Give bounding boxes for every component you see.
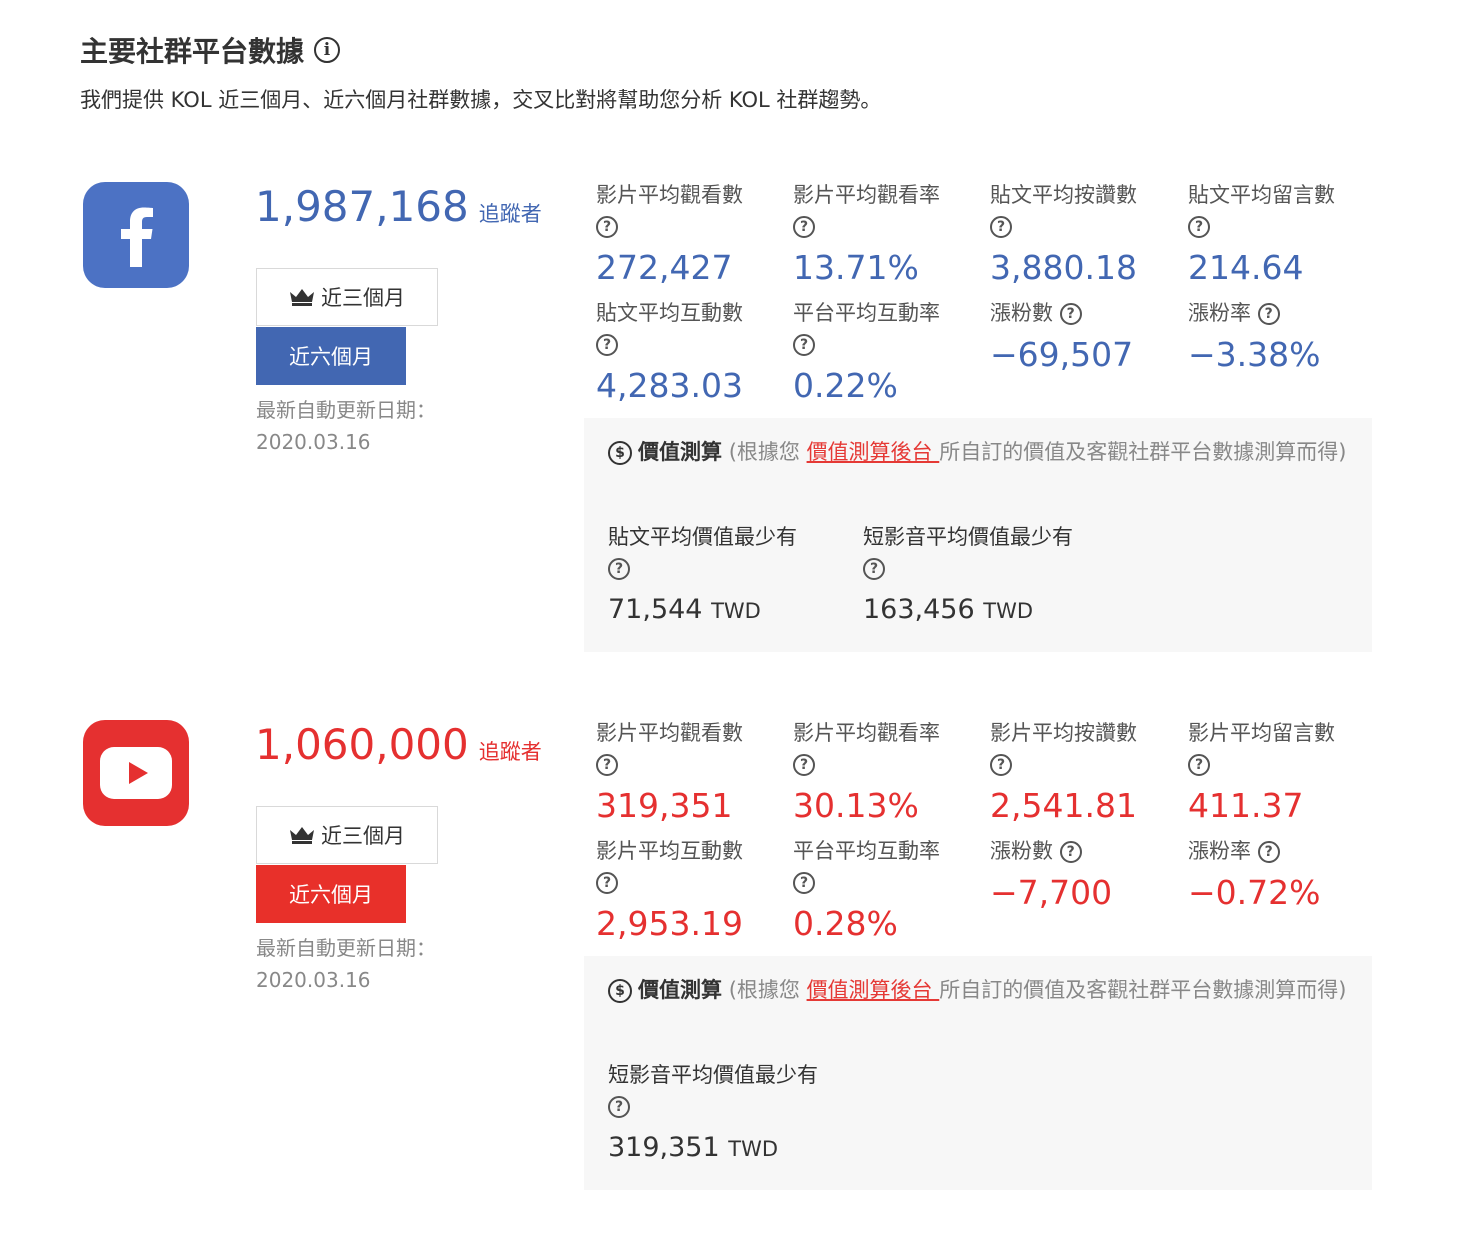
metric-item: 平台平均互動率? 0.22% (793, 301, 940, 405)
metric-item: 影片平均觀看率? 30.13% (793, 721, 940, 825)
crown-icon (290, 827, 314, 844)
help-icon[interactable]: ? (793, 216, 815, 238)
value-settings-link[interactable]: 價值測算後台 (807, 978, 940, 1002)
help-icon[interactable]: ? (596, 334, 618, 356)
last-3-months-button[interactable]: 近三個月 (256, 268, 438, 326)
dollar-icon: $ (608, 441, 632, 465)
metric-item: 貼文平均留言數? 214.64 (1188, 183, 1335, 287)
value-item: 短影音平均價值最少有 ? 319,351 TWD (608, 1063, 818, 1163)
help-icon[interactable]: ? (608, 1096, 630, 1118)
last-3-months-button[interactable]: 近三個月 (256, 806, 438, 864)
value-estimate-panel: $ 價值測算 (根據您 價值測算後台 所自訂的價值及客觀社群平台數據測算而得) 短… (584, 956, 1372, 1190)
youtube-logo (83, 720, 189, 826)
help-icon[interactable]: ? (596, 216, 618, 238)
youtube-play-icon (100, 747, 172, 799)
youtube-followers: 1,060,000 追蹤者 (255, 720, 542, 769)
metric-item: 漲粉率 ? −3.38% (1188, 301, 1321, 374)
value-item: 短影音平均價值最少有 ? 163,456 TWD (863, 525, 1073, 625)
help-icon[interactable]: ? (990, 216, 1012, 238)
help-icon[interactable]: ? (1188, 216, 1210, 238)
last-update: 最新自動更新日期： 2020.03.16 (256, 398, 436, 454)
metric-item: 影片平均留言數? 411.37 (1188, 721, 1335, 825)
info-icon[interactable]: i (314, 37, 341, 63)
help-icon[interactable]: ? (793, 334, 815, 356)
value-estimate-panel: $ 價值測算 (根據您 價值測算後台 所自訂的價值及客觀社群平台數據測算而得) 貼… (584, 418, 1372, 652)
dollar-icon: $ (608, 979, 632, 1003)
metric-item: 影片平均按讚數? 2,541.81 (990, 721, 1137, 825)
help-icon[interactable]: ? (1188, 754, 1210, 776)
help-icon[interactable]: ? (608, 558, 630, 580)
metric-item: 影片平均互動數? 2,953.19 (596, 839, 743, 943)
metric-item: 影片平均觀看數? 272,427 (596, 183, 743, 287)
help-icon[interactable]: ? (793, 872, 815, 894)
crown-icon (290, 289, 314, 306)
help-icon[interactable]: ? (1257, 303, 1280, 325)
help-icon[interactable]: ? (596, 872, 618, 894)
follower-label: 追蹤者 (478, 202, 542, 226)
page-title: 主要社群平台數據 i (80, 30, 341, 70)
last-6-months-button[interactable]: 近六個月 (256, 865, 406, 923)
page-subtitle: 我們提供 KOL 近三個月、近六個月社群數據，交叉比對將幫助您分析 KOL 社群… (80, 88, 882, 112)
value-item: 貼文平均價值最少有? 71,544 TWD (608, 525, 797, 625)
last-6-months-button[interactable]: 近六個月 (256, 327, 406, 385)
metric-item: 平台平均互動率? 0.28% (793, 839, 940, 943)
facebook-logo (83, 182, 189, 288)
metric-item: 貼文平均互動數? 4,283.03 (596, 301, 743, 405)
facebook-f-icon (121, 207, 153, 267)
follower-label: 追蹤者 (478, 740, 542, 764)
last-update: 最新自動更新日期： 2020.03.16 (256, 936, 436, 992)
metric-item: 影片平均觀看數? 319,351 (596, 721, 743, 825)
follower-count: 1,060,000 (255, 720, 469, 769)
help-icon[interactable]: ? (596, 754, 618, 776)
help-icon[interactable]: ? (863, 558, 885, 580)
help-icon[interactable]: ? (793, 754, 815, 776)
help-icon[interactable]: ? (1059, 303, 1082, 325)
follower-count: 1,987,168 (255, 182, 469, 231)
help-icon[interactable]: ? (1257, 841, 1280, 863)
metric-item: 影片平均觀看率? 13.71% (793, 183, 940, 287)
metric-item: 漲粉數 ? −7,700 (990, 839, 1113, 912)
help-icon[interactable]: ? (990, 754, 1012, 776)
help-icon[interactable]: ? (1059, 841, 1082, 863)
metric-item: 漲粉數 ? −69,507 (990, 301, 1134, 374)
metric-item: 漲粉率 ? −0.72% (1188, 839, 1321, 912)
metric-item: 貼文平均按讚數? 3,880.18 (990, 183, 1137, 287)
value-settings-link[interactable]: 價值測算後台 (807, 440, 940, 464)
facebook-followers: 1,987,168 追蹤者 (255, 182, 542, 231)
